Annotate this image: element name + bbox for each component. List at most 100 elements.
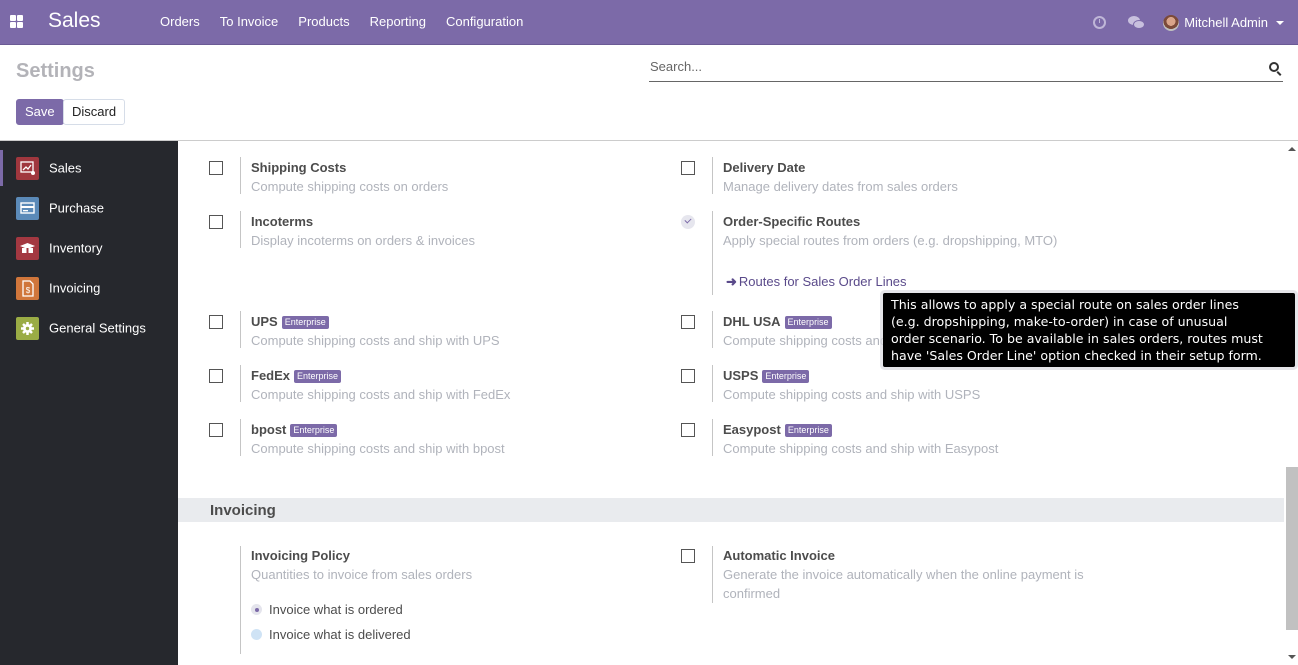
setting-description: Quantities to invoice from sales orders [251, 567, 473, 582]
divider [712, 365, 713, 402]
sidebar-item-label: General Settings [49, 320, 146, 336]
main-menu: Orders To Invoice Products Reporting Con… [150, 0, 533, 45]
divider [240, 546, 241, 654]
inventory-box-icon [16, 237, 39, 260]
chat-icon[interactable] [1128, 15, 1146, 30]
setting-title: Invoicing Policy [251, 548, 350, 563]
radio-label[interactable]: Invoice what is ordered [269, 602, 403, 617]
setting-title: USPS Enterprise [723, 368, 810, 383]
radio-label[interactable]: Invoice what is delivered [269, 627, 411, 642]
incoterms-checkbox[interactable] [209, 215, 223, 229]
divider [712, 311, 713, 348]
setting-description: Display incoterms on orders & invoices [251, 233, 475, 248]
arrow-right-icon: ➜ [726, 274, 737, 289]
sidebar-item-invoicing[interactable]: $ Invoicing [0, 268, 178, 308]
section-title: Invoicing [210, 502, 276, 519]
sales-chart-icon [16, 157, 39, 180]
search-icon[interactable] [1269, 62, 1279, 72]
setting-title: FedEx Enterprise [251, 368, 342, 383]
divider [240, 311, 241, 348]
routes-link-label[interactable]: Routes for Sales Order Lines [739, 274, 907, 289]
menu-to-invoice[interactable]: To Invoice [210, 0, 289, 45]
clock-icon[interactable] [1093, 16, 1107, 29]
discard-button[interactable]: Discard [63, 99, 126, 125]
setting-title: UPS Enterprise [251, 314, 329, 329]
sidebar-item-label: Invoicing [49, 280, 101, 296]
divider [712, 546, 713, 603]
caret-down-icon[interactable] [1276, 20, 1284, 25]
sidebar-item-label: Inventory [49, 240, 103, 256]
setting-title: Order-Specific Routes [723, 214, 861, 229]
sidebar-item-purchase[interactable]: Purchase [0, 188, 178, 228]
app-brand[interactable]: Sales [48, 9, 101, 33]
setting-title: bpost Enterprise [251, 422, 338, 437]
routes-link[interactable]: ➜ Routes for Sales Order Lines [726, 274, 907, 290]
help-tooltip: This allows to apply a special route on … [883, 293, 1295, 367]
automatic-invoice-checkbox[interactable] [681, 549, 695, 563]
control-panel: Settings Save Discard [0, 45, 1298, 141]
gear-icon [16, 317, 39, 340]
delivery-date-checkbox[interactable] [681, 161, 695, 175]
user-menu[interactable]: Mitchell Admin [1184, 15, 1268, 30]
menu-reporting[interactable]: Reporting [360, 0, 436, 45]
setting-description: Compute shipping costs and ship with Fed… [251, 387, 511, 402]
setting-title-text: bpost [251, 422, 287, 437]
divider [240, 157, 241, 194]
shipping-costs-checkbox[interactable] [209, 161, 223, 175]
menu-products[interactable]: Products [288, 0, 359, 45]
content-scrollbar[interactable] [1286, 141, 1298, 665]
setting-title: Automatic Invoice [723, 548, 835, 563]
scroll-down-arrow-icon[interactable] [1288, 655, 1296, 659]
page-title: Settings [16, 60, 95, 82]
invoice-ordered-radio[interactable] [251, 604, 262, 615]
setting-description: Apply special routes from orders (e.g. d… [723, 233, 1058, 248]
divider [240, 211, 241, 248]
setting-title: Shipping Costs [251, 160, 347, 175]
setting-description: Compute shipping costs and ship with bpo… [251, 441, 505, 456]
sidebar-item-inventory[interactable]: Inventory [0, 228, 178, 268]
top-navbar: Sales Orders To Invoice Products Reporti… [0, 0, 1298, 45]
invoice-dollar-icon: $ [16, 277, 39, 300]
invoice-delivered-radio[interactable] [251, 629, 262, 640]
setting-title-text: Easypost [723, 422, 781, 437]
systray: Mitchell Admin [1093, 0, 1284, 45]
menu-configuration[interactable]: Configuration [436, 0, 533, 45]
usps-checkbox[interactable] [681, 369, 695, 383]
setting-description: confirmed [723, 586, 781, 601]
search-input[interactable] [650, 59, 1240, 74]
setting-description: Compute shipping costs and ship with USP… [723, 387, 981, 402]
divider [712, 419, 713, 456]
sidebar-item-sales[interactable]: Sales [0, 148, 178, 188]
tooltip-line: have 'Sales Order Line' option checked i… [891, 348, 1262, 363]
easypost-checkbox[interactable] [681, 423, 695, 437]
sidebar-item-general-settings[interactable]: General Settings [0, 308, 178, 348]
setting-title-text: UPS [251, 314, 278, 329]
enterprise-badge: Enterprise [294, 370, 342, 383]
avatar[interactable] [1163, 14, 1180, 31]
section-header-invoicing: Invoicing [178, 498, 1284, 522]
tooltip-line: (e.g. dropshipping, make-to-order) in ca… [891, 314, 1228, 329]
apps-icon[interactable] [10, 15, 23, 28]
setting-description: Generate the invoice automatically when … [723, 567, 1084, 582]
enterprise-badge: Enterprise [290, 424, 338, 437]
dhl-checkbox[interactable] [681, 315, 695, 329]
save-button[interactable]: Save [16, 99, 64, 125]
enterprise-badge: Enterprise [784, 424, 832, 437]
setting-description: Compute shipping costs and ship with Eas… [723, 441, 999, 456]
settings-content: Shipping Costs Compute shipping costs on… [178, 141, 1286, 665]
menu-orders[interactable]: Orders [150, 0, 210, 45]
order-routes-checkbox[interactable] [681, 215, 695, 229]
tooltip-line: This allows to apply a special route on … [891, 297, 1239, 312]
divider [240, 419, 241, 456]
setting-title-text: DHL USA [723, 314, 781, 329]
setting-title: Delivery Date [723, 160, 806, 175]
setting-description: Compute shipping costs on orders [251, 179, 449, 194]
search-bar [649, 55, 1283, 82]
bpost-checkbox[interactable] [209, 423, 223, 437]
setting-title-text: USPS [723, 368, 759, 383]
scroll-up-arrow-icon[interactable] [1288, 147, 1296, 151]
enterprise-badge: Enterprise [281, 316, 329, 329]
fedex-checkbox[interactable] [209, 369, 223, 383]
scroll-thumb[interactable] [1286, 467, 1298, 630]
ups-checkbox[interactable] [209, 315, 223, 329]
